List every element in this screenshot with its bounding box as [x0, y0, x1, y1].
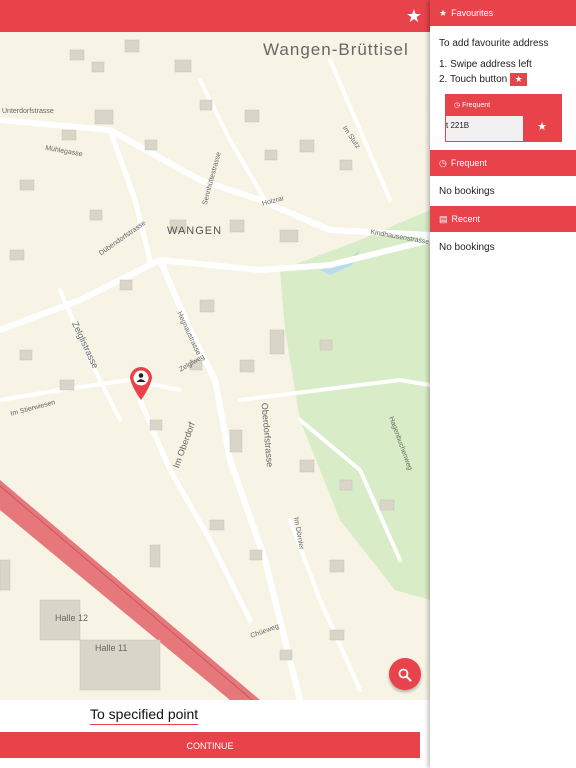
side-panel: ★ Favourites To add favourite address 1. … — [430, 0, 576, 768]
demo-row: t 221B ★ — [446, 116, 561, 141]
favourite-demo-card: ◷ Frequent t 221B ★ — [445, 94, 562, 142]
continue-button[interactable]: CONTINUE — [0, 732, 420, 758]
frequent-header[interactable]: ◷ Frequent — [430, 150, 576, 176]
frequent-empty: No bookings — [439, 186, 495, 197]
favourites-step2: 2. Touch button ★ — [430, 73, 576, 86]
favourites-intro: To add favourite address — [439, 38, 549, 49]
favourites-step2-text: 2. Touch button — [439, 74, 508, 86]
place-label: Halle 11 — [95, 643, 128, 653]
demo-address: t 221B — [446, 121, 470, 130]
location-pin-icon[interactable] — [130, 367, 152, 400]
recent-title: Recent — [451, 214, 481, 224]
destination-label[interactable]: To specified point — [90, 706, 199, 725]
town-label: WANGEN — [167, 225, 223, 237]
top-bar: ★ — [0, 0, 430, 32]
demo-header: ◷ Frequent — [446, 95, 561, 116]
recent-header[interactable]: ▤ Recent — [430, 206, 576, 232]
map-view[interactable]: Wangen-Brüttisel WANGEN Unterdorfstrasse… — [0, 0, 430, 700]
favourites-step1: 1. Swipe address left — [439, 59, 532, 70]
star-icon: ★ — [439, 8, 448, 18]
star-icon: ★ — [523, 116, 561, 141]
town-label: Wangen-Brüttisel — [263, 40, 409, 59]
search-icon — [398, 668, 412, 682]
favourites-title: Favourites — [451, 8, 494, 18]
place-label: Halle 12 — [55, 613, 89, 623]
clock-icon: ◷ — [454, 102, 461, 109]
demo-header-label: Frequent — [462, 102, 491, 109]
star-icon[interactable]: ★ — [406, 6, 422, 26]
street-label: Unterdorfstrasse — [2, 108, 54, 115]
search-button[interactable] — [389, 658, 421, 690]
map-canvas — [0, 39, 430, 700]
favourites-header[interactable]: ★ Favourites — [430, 0, 576, 26]
clock-icon: ◷ — [439, 158, 447, 168]
star-icon: ★ — [510, 73, 528, 86]
frequent-title: Frequent — [450, 158, 487, 168]
history-icon: ▤ — [439, 214, 448, 224]
recent-empty: No bookings — [439, 242, 495, 253]
